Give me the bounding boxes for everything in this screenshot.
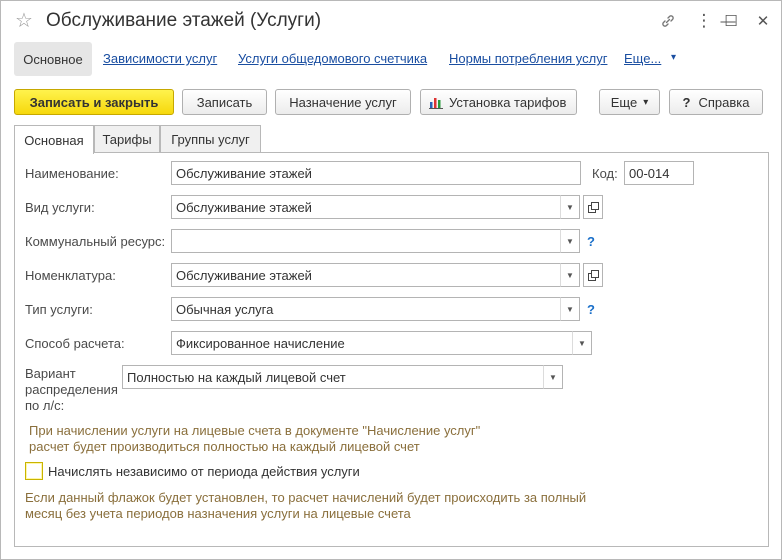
- help-label: Справка: [698, 94, 750, 110]
- more-button[interactable]: Еще ▾: [599, 89, 660, 115]
- type-dropdown-icon[interactable]: ▼: [560, 297, 580, 321]
- set-tariffs-label: Установка тарифов: [449, 94, 567, 110]
- nomenclature-input[interactable]: Обслуживание этажей: [171, 263, 561, 287]
- bar-chart-icon: [429, 97, 443, 109]
- save-button[interactable]: Записать: [182, 89, 267, 115]
- kind-label: Вид услуги:: [25, 200, 95, 215]
- close-icon[interactable]: ✕: [754, 11, 772, 31]
- tab-main[interactable]: Основная: [14, 125, 94, 154]
- more-label: Еще: [610, 94, 638, 110]
- more-chevron-icon: ▾: [643, 96, 649, 108]
- calc-dropdown-icon[interactable]: ▼: [572, 331, 592, 355]
- window: ☆ Обслуживание этажей (Услуги) ⋮ — ☐ ✕ О…: [0, 0, 782, 560]
- help-icon: ?: [682, 94, 691, 110]
- distrib-label-3: по л/с:: [25, 398, 65, 413]
- kind-input[interactable]: Обслуживание этажей: [171, 195, 561, 219]
- checkbox-hint-line-1: Если данный флажок будет установлен, то …: [25, 490, 587, 505]
- period-independent-checkbox[interactable]: [25, 462, 43, 480]
- name-input[interactable]: Обслуживание этажей: [171, 161, 581, 185]
- nomenclature-open-button[interactable]: [583, 263, 603, 287]
- kind-open-button[interactable]: [583, 195, 603, 219]
- distrib-input[interactable]: Полностью на каждый лицевой счет: [122, 365, 544, 389]
- name-label: Наименование:: [25, 166, 119, 181]
- type-help-icon[interactable]: ?: [587, 302, 595, 317]
- nomenclature-label: Номенклатура:: [25, 268, 116, 283]
- period-independent-label[interactable]: Начислять независимо от периода действия…: [48, 464, 360, 479]
- nav-link-norms[interactable]: Нормы потребления услуг: [449, 51, 607, 66]
- resource-help-icon[interactable]: ?: [587, 234, 595, 249]
- favorite-star-icon[interactable]: ☆: [15, 9, 33, 33]
- resource-input[interactable]: [171, 229, 561, 253]
- resource-dropdown-icon[interactable]: ▼: [560, 229, 580, 253]
- checkbox-hint-line-2: месяц без учета периодов назначения услу…: [25, 506, 411, 521]
- tab-tariffs[interactable]: Тарифы: [94, 125, 160, 153]
- window-title: Обслуживание этажей (Услуги): [46, 10, 322, 31]
- nav-link-more[interactable]: Еще...: [624, 51, 661, 66]
- code-input[interactable]: 00-014: [624, 161, 694, 185]
- resource-label: Коммунальный ресурс:: [25, 234, 166, 249]
- type-input[interactable]: Обычная услуга: [171, 297, 561, 321]
- open-window-icon: [588, 270, 599, 281]
- distrib-hint-line-1: При начислении услуги на лицевые счета в…: [29, 423, 481, 438]
- code-label: Код:: [592, 166, 618, 181]
- distrib-label-1: Вариант: [25, 366, 76, 381]
- help-button[interactable]: ? Справка: [669, 89, 763, 115]
- distrib-dropdown-icon[interactable]: ▼: [543, 365, 563, 389]
- distrib-hint-line-2: расчет будет производиться полностью на …: [29, 439, 420, 454]
- assign-services-button[interactable]: Назначение услуг: [275, 89, 411, 115]
- save-and-close-button[interactable]: Записать и закрыть: [14, 89, 174, 115]
- menu-icon[interactable]: ⋮: [695, 11, 713, 31]
- link-icon[interactable]: [659, 11, 677, 31]
- maximize-icon[interactable]: ☐: [722, 11, 740, 31]
- tab-service-groups[interactable]: Группы услуг: [160, 125, 261, 153]
- open-window-icon: [588, 202, 599, 213]
- type-label: Тип услуги:: [25, 302, 93, 317]
- nav-link-house-meter[interactable]: Услуги общедомового счетчика: [238, 51, 427, 66]
- distrib-label-2: распределения: [25, 382, 118, 397]
- nav-link-dependencies[interactable]: Зависимости услуг: [103, 51, 217, 66]
- calc-label: Способ расчета:: [25, 336, 125, 351]
- calc-input[interactable]: Фиксированное начисление: [171, 331, 573, 355]
- nav-more-chevron-icon[interactable]: ▾: [671, 52, 676, 63]
- nav-main[interactable]: Основное: [14, 42, 92, 76]
- set-tariffs-button[interactable]: Установка тарифов: [420, 89, 577, 115]
- nomenclature-dropdown-icon[interactable]: ▼: [560, 263, 580, 287]
- kind-dropdown-icon[interactable]: ▼: [560, 195, 580, 219]
